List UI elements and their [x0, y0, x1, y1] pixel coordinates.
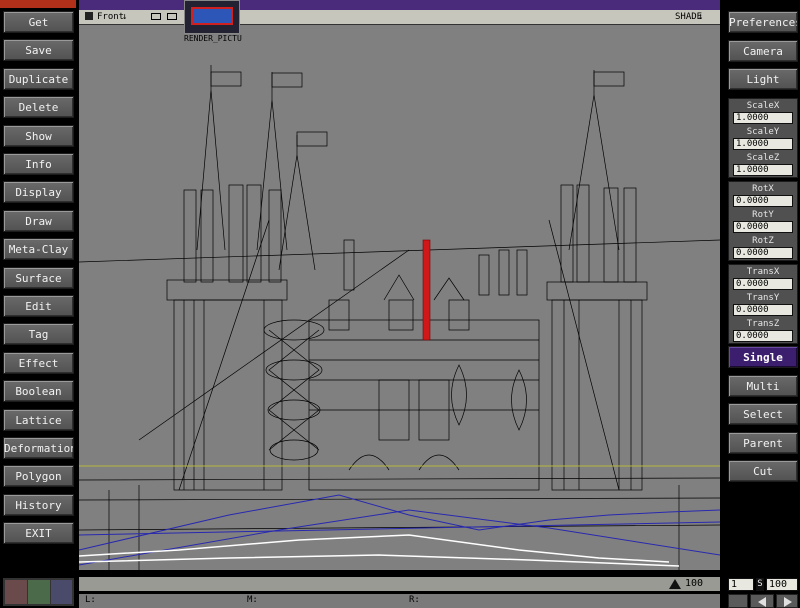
meta-clay-button[interactable]: Meta-Clay [3, 238, 74, 261]
thumbnail-preview [191, 7, 233, 25]
roty-label: RotY [752, 210, 774, 220]
scaley-field[interactable]: 1.0000 [733, 138, 793, 150]
surface-button[interactable]: Surface [3, 266, 74, 289]
shade-dropdown-icon[interactable]: ↓ [698, 10, 703, 24]
right-mouse-label: R: [409, 595, 420, 605]
left-mouse-label: L: [85, 595, 96, 605]
view-dropdown-icon[interactable]: ↓ [122, 10, 127, 24]
scalex-label: ScaleX [746, 101, 780, 111]
wireframe-castle[interactable] [79, 10, 720, 570]
render-thumbnail-label: RENDER_PICTU [184, 34, 244, 43]
scalez-field[interactable]: 1.0000 [733, 164, 793, 176]
frame-field[interactable]: 1 [728, 578, 754, 591]
history-button[interactable]: History [3, 493, 74, 516]
tag-button[interactable]: Tag [3, 323, 74, 346]
show-button[interactable]: Show [3, 124, 74, 147]
cut-mode-button[interactable]: Cut [728, 460, 798, 482]
top-menu-bar [79, 0, 720, 10]
window-close-icon[interactable] [167, 13, 177, 20]
info-button[interactable]: Info [3, 153, 74, 175]
display-button[interactable]: Display [3, 181, 74, 204]
zoom-slider-icon[interactable] [669, 579, 681, 589]
transy-label: TransY [746, 293, 780, 303]
step-s-icon[interactable]: S [756, 578, 764, 591]
effect-button[interactable]: Effect [3, 351, 74, 374]
rotx-label: RotX [752, 184, 774, 194]
get-button[interactable]: Get [3, 11, 74, 33]
single-mode-button[interactable]: Single [728, 346, 798, 368]
rotz-field[interactable]: 0.0000 [733, 247, 793, 259]
multi-mode-button[interactable]: Multi [728, 374, 798, 397]
parent-mode-button[interactable]: Parent [728, 431, 798, 454]
transy-field[interactable]: 0.0000 [733, 304, 793, 316]
window-maximize-icon[interactable] [151, 13, 161, 20]
rotate-group: RotX 0.0000 RotY 0.0000 RotZ 0.0000 [728, 181, 798, 261]
scalez-label: ScaleZ [746, 153, 780, 163]
view-label[interactable]: Front [97, 10, 124, 24]
render-thumbnail[interactable] [184, 0, 240, 34]
mouse-status-bar: L: M: R: [79, 594, 720, 608]
color-palette[interactable] [3, 578, 74, 606]
roty-field[interactable]: 0.0000 [733, 221, 793, 233]
viewport-title-bar: Front ↓ SHADE ↓ [79, 10, 720, 25]
scalex-field[interactable]: 1.0000 [733, 112, 793, 124]
select-mode-button[interactable]: Select [728, 403, 798, 425]
delete-button[interactable]: Delete [3, 96, 74, 119]
exit-button[interactable]: EXIT [3, 522, 74, 545]
rotz-label: RotZ [752, 236, 774, 246]
transx-field[interactable]: 0.0000 [733, 278, 793, 290]
save-button[interactable]: Save [3, 39, 74, 62]
preferences-button[interactable]: Preferences [728, 11, 798, 33]
rotx-field[interactable]: 0.0000 [733, 195, 793, 207]
deformation-button[interactable]: Deformation [3, 437, 74, 459]
end-frame-field[interactable]: 100 [766, 578, 798, 591]
front-viewport[interactable] [79, 10, 720, 570]
color-swatch[interactable] [5, 580, 27, 604]
camera-button[interactable]: Camera [728, 39, 798, 62]
edit-button[interactable]: Edit [3, 295, 74, 317]
selected-object[interactable] [422, 239, 431, 341]
translate-group: TransX 0.0000 TransY 0.0000 TransZ 0.0000 [728, 264, 798, 344]
color-swatch[interactable] [51, 580, 72, 604]
timeline-bar[interactable]: 100 [79, 577, 720, 591]
duplicate-button[interactable]: Duplicate [3, 67, 74, 90]
zoom-value: 100 [685, 578, 704, 589]
color-swatch[interactable] [28, 580, 50, 604]
polygon-button[interactable]: Polygon [3, 465, 74, 488]
boolean-button[interactable]: Boolean [3, 380, 74, 403]
scaley-label: ScaleY [746, 127, 780, 137]
scale-group: ScaleX 1.0000 ScaleY 1.0000 ScaleZ 1.0000 [728, 98, 798, 178]
transx-label: TransX [746, 267, 780, 277]
lattice-button[interactable]: Lattice [3, 408, 74, 431]
light-button[interactable]: Light [728, 68, 798, 90]
transz-label: TransZ [746, 319, 780, 329]
draw-button[interactable]: Draw [3, 209, 74, 232]
viewport-menu-icon[interactable] [85, 12, 93, 20]
play-backward-icon[interactable] [728, 594, 748, 608]
transz-field[interactable]: 0.0000 [733, 330, 793, 342]
top-left-indicator [0, 0, 76, 8]
middle-mouse-label: M: [247, 595, 258, 605]
play-back-step-icon[interactable] [750, 594, 774, 608]
play-forward-icon[interactable] [776, 594, 798, 608]
